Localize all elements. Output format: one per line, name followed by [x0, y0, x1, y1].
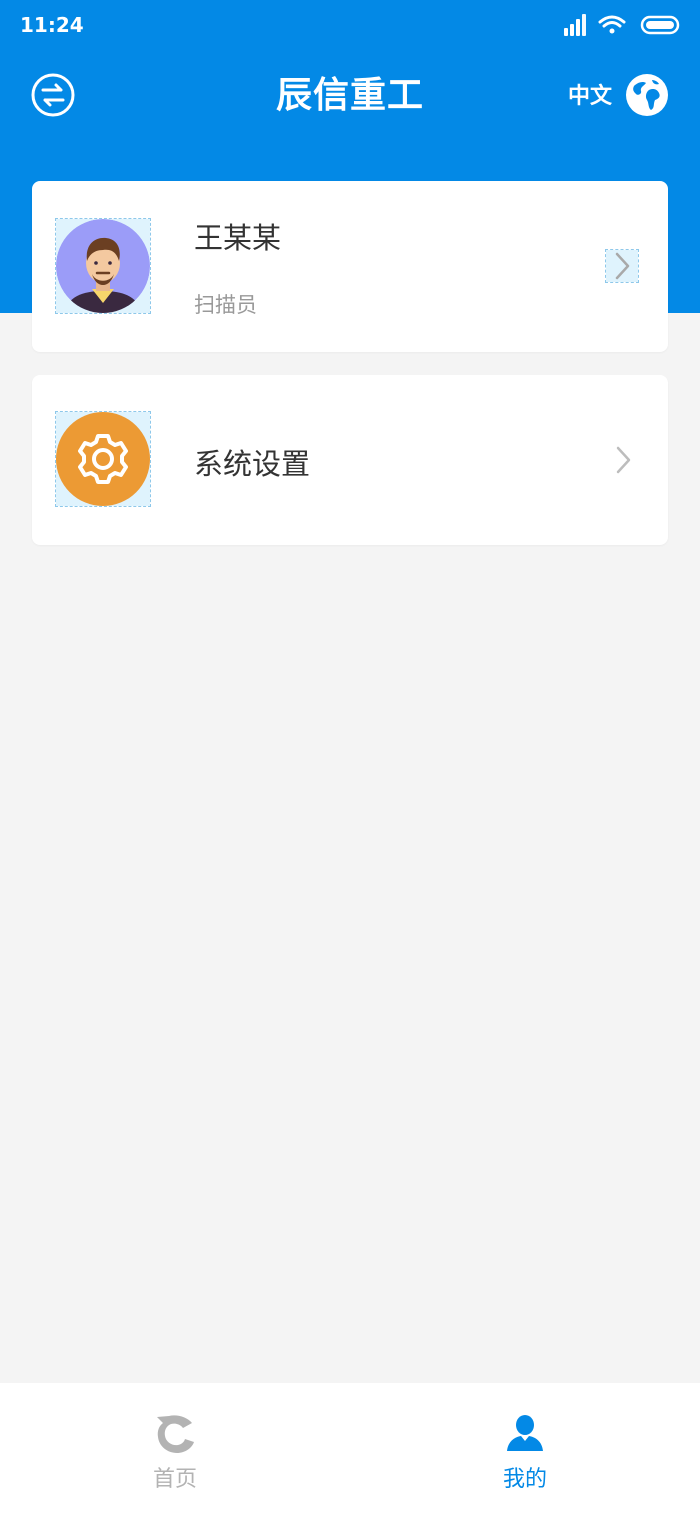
tab-home[interactable]: 首页: [0, 1383, 350, 1515]
nav-bar: 辰信重工 中文: [0, 52, 700, 136]
status-icons: [562, 12, 682, 40]
battery-icon: [640, 15, 680, 35]
signal-icon: [564, 14, 586, 36]
globe-icon[interactable]: [624, 72, 670, 118]
user-avatar-icon: [56, 219, 150, 313]
profile-card[interactable]: 王某某 扫描员: [32, 181, 668, 352]
settings-card[interactable]: 系统设置: [32, 375, 668, 545]
language-button[interactable]: 中文: [568, 78, 612, 110]
tab-mine-label: 我的: [502, 1467, 547, 1492]
home-logo-icon: [155, 1413, 195, 1453]
settings-icon-box: [55, 411, 151, 507]
tab-bar: 首页 我的: [0, 1383, 700, 1515]
wifi-icon: [598, 15, 626, 34]
status-time: 11:24: [20, 13, 84, 37]
avatar: [55, 218, 151, 314]
chevron-right-icon[interactable]: [605, 249, 639, 283]
status-bar: 11:24: [0, 0, 700, 52]
profile-role: 扫描员: [194, 293, 257, 317]
profile-name: 王某某: [194, 221, 282, 255]
tab-home-label: 首页: [152, 1467, 197, 1492]
gear-icon: [56, 412, 150, 506]
person-icon: [505, 1413, 545, 1453]
settings-label: 系统设置: [194, 447, 311, 481]
chevron-right-icon[interactable]: [608, 444, 638, 476]
tab-mine[interactable]: 我的: [350, 1383, 700, 1515]
